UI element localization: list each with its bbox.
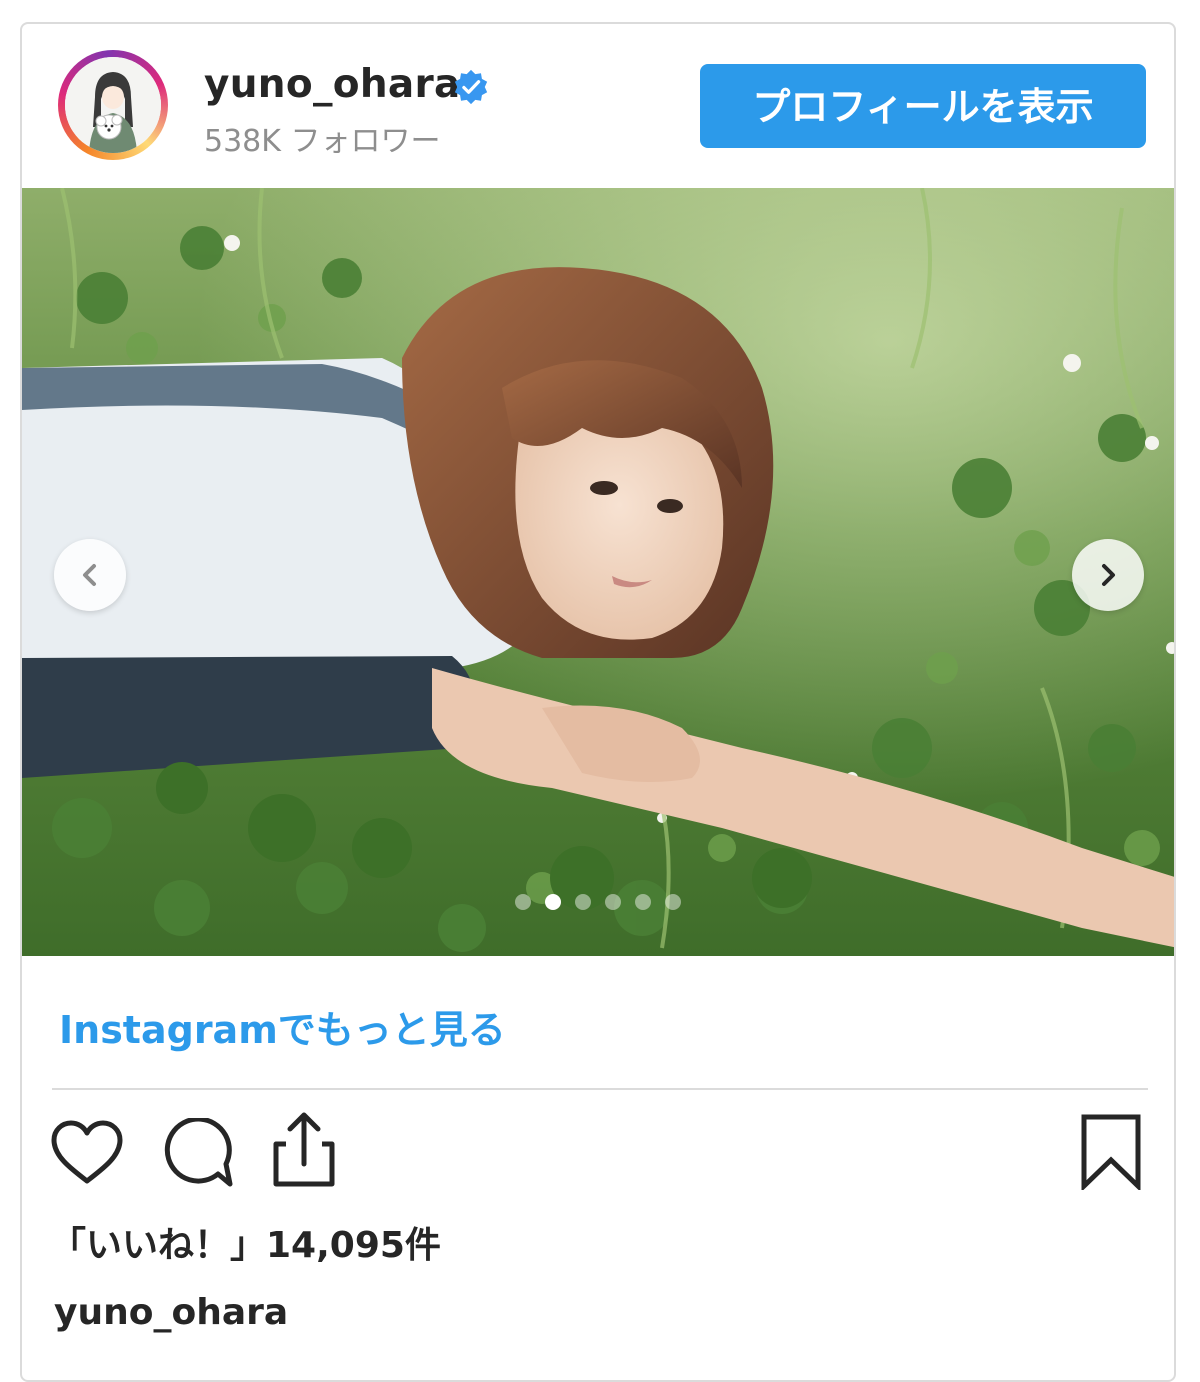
photo-image — [22, 188, 1174, 956]
carousel-dot — [605, 894, 621, 910]
share-icon[interactable] — [270, 1112, 338, 1188]
carousel-dot — [665, 894, 681, 910]
avatar-illustration — [65, 57, 161, 153]
view-profile-button[interactable]: プロフィールを表示 — [700, 64, 1146, 148]
carousel-dot — [575, 894, 591, 910]
carousel-dot — [515, 894, 531, 910]
avatar[interactable] — [58, 50, 168, 160]
verified-badge-icon — [454, 69, 488, 105]
divider — [52, 1088, 1148, 1090]
carousel-prev-button[interactable] — [54, 539, 126, 611]
like-count: 「いいね！」14,095件 — [50, 1225, 441, 1266]
comment-icon[interactable] — [160, 1118, 234, 1190]
carousel-dot — [635, 894, 651, 910]
follower-count: 538K フォロワー — [204, 124, 441, 159]
action-bar — [22, 1112, 1174, 1202]
view-more-on-instagram-link[interactable]: Instagramでもっと見る — [59, 999, 506, 1054]
caption-username[interactable]: yuno_ohara — [54, 1292, 288, 1333]
carousel-dot-active — [545, 894, 561, 910]
chevron-left-icon — [83, 564, 96, 586]
carousel-next-button[interactable] — [1072, 539, 1144, 611]
instagram-embed-card: yuno_ohara 538K フォロワー プロフィールを表示 Instagra… — [20, 22, 1176, 1382]
post-photo[interactable] — [22, 188, 1174, 956]
username[interactable]: yuno_ohara — [204, 62, 461, 107]
bookmark-icon[interactable] — [1080, 1114, 1142, 1190]
heart-icon[interactable] — [50, 1120, 124, 1186]
chevron-right-icon — [1102, 564, 1115, 586]
post-header: yuno_ohara 538K フォロワー プロフィールを表示 — [22, 24, 1174, 188]
